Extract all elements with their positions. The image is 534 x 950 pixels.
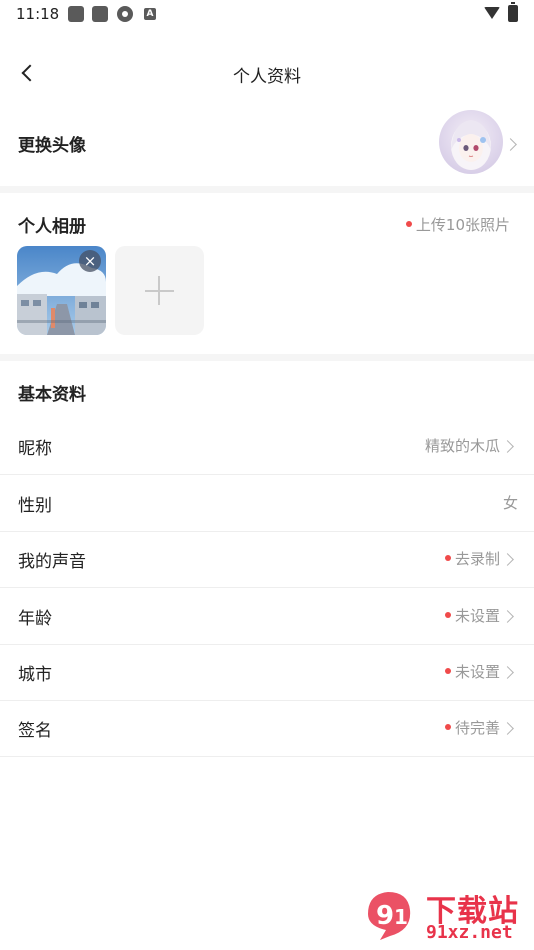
watermark-logo-icon: 9 1 — [368, 892, 411, 940]
album-hint: 上传10张照片 — [405, 214, 510, 235]
title-bar: 个人资料 — [0, 46, 534, 100]
red-dot-icon — [444, 611, 451, 618]
red-dot-icon — [444, 667, 451, 674]
info-label: 签名 — [18, 721, 52, 741]
watermark: 9 1 下载站 91xz.net — [360, 884, 530, 946]
svg-text:9: 9 — [376, 901, 394, 931]
info-row-gender: 性别 女 — [0, 475, 534, 532]
info-label: 我的声音 — [18, 552, 86, 572]
red-dot-icon — [405, 220, 412, 227]
delete-photo-icon[interactable]: × — [79, 250, 101, 272]
info-value: 未设置 — [444, 661, 500, 682]
info-value: 女 — [502, 494, 518, 512]
info-row-voice[interactable]: 我的声音 去录制 — [0, 531, 534, 588]
settings-icon — [117, 6, 133, 22]
info-value: 未设置 — [444, 605, 500, 626]
app-icon — [92, 6, 108, 22]
info-value: 待完善 — [444, 717, 500, 738]
info-value-text: 去录制 — [454, 550, 500, 568]
a-icon: A — [144, 8, 156, 20]
info-label: 城市 — [18, 665, 52, 685]
chevron-right-icon — [501, 440, 514, 453]
avatar[interactable] — [439, 110, 503, 174]
change-avatar-label: 更换头像 — [18, 136, 86, 156]
add-photo-button[interactable] — [115, 246, 204, 335]
chevron-right-icon — [501, 610, 514, 623]
status-time: 11:18 — [16, 5, 60, 23]
info-row-age[interactable]: 年龄 未设置 — [0, 588, 534, 645]
info-row-nickname[interactable]: 昵称 精致的木瓜 — [0, 418, 534, 475]
info-label: 年龄 — [18, 609, 52, 629]
info-label: 性别 — [18, 496, 52, 516]
info-value-text: 未设置 — [454, 663, 500, 681]
basic-info-title: 基本资料 — [18, 385, 86, 405]
info-value: 精致的木瓜 — [424, 437, 500, 455]
chevron-right-icon — [501, 553, 514, 566]
info-value-text: 未设置 — [454, 607, 500, 625]
section-divider — [0, 186, 534, 193]
info-value: 去录制 — [444, 548, 500, 569]
page-title: 个人资料 — [233, 67, 301, 87]
app-icon — [68, 6, 84, 22]
svg-text:1: 1 — [394, 905, 408, 929]
chevron-right-icon — [501, 666, 514, 679]
section-divider — [0, 354, 534, 361]
chevron-right-icon — [501, 722, 514, 735]
info-value-text: 待完善 — [454, 719, 500, 737]
info-row-city[interactable]: 城市 未设置 — [0, 644, 534, 701]
wifi-icon — [484, 7, 500, 19]
info-row-signature[interactable]: 签名 待完善 — [0, 700, 534, 757]
album-title: 个人相册 — [18, 217, 86, 237]
battery-icon — [508, 2, 518, 22]
info-label: 昵称 — [18, 439, 52, 459]
chevron-right-icon — [504, 138, 517, 151]
watermark-url: 91xz.net — [426, 922, 513, 943]
status-bar: 11:18 A — [0, 0, 534, 30]
red-dot-icon — [444, 723, 451, 730]
album-hint-text: 上传10张照片 — [415, 216, 510, 234]
change-avatar-row[interactable]: 更换头像 — [0, 108, 534, 178]
red-dot-icon — [444, 554, 451, 561]
